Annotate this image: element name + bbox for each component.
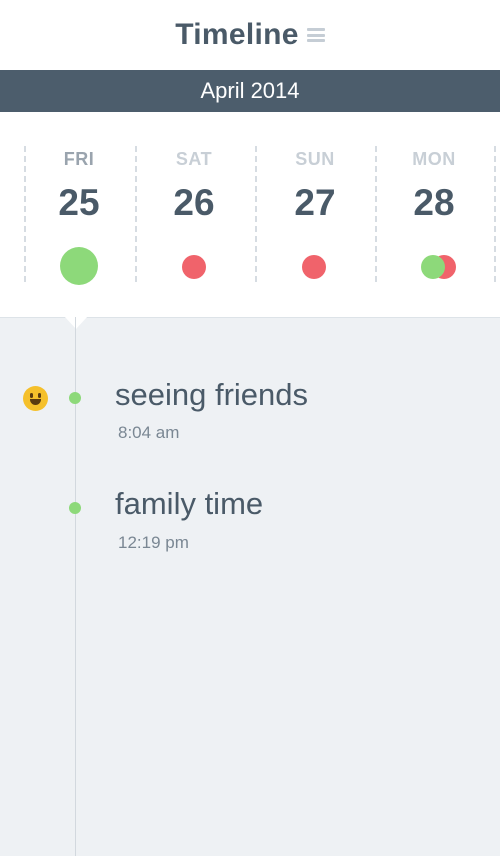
day-number: 26	[173, 182, 215, 223]
mood-dot-bad	[182, 255, 206, 279]
entry-bullet	[69, 502, 81, 514]
day-name: FRI	[63, 149, 95, 169]
day-name: SUN	[295, 149, 335, 169]
day-number: 27	[294, 182, 336, 223]
day-name: MON	[412, 149, 456, 169]
day-column-mon[interactable]: MON 28	[374, 112, 494, 317]
day-column-fri[interactable]: FRI 25	[19, 112, 139, 317]
day-number: 28	[413, 182, 455, 223]
day-column-sat[interactable]: SAT 26	[134, 112, 254, 317]
month-bar[interactable]: April 2014	[0, 70, 500, 112]
day-number: 25	[58, 182, 100, 223]
day-name: SAT	[175, 149, 213, 169]
app-title: Timeline	[175, 18, 299, 51]
entry-title[interactable]: seeing friends	[115, 377, 308, 413]
happy-emoji-icon	[23, 386, 48, 411]
day-strip: FRI 25 SAT 26 SUN 27 MON 28	[0, 112, 500, 318]
month-label: April 2014	[200, 78, 300, 103]
mood-dot-bad	[302, 255, 326, 279]
entry-title[interactable]: family time	[115, 486, 263, 522]
entry-time: 8:04 am	[118, 423, 180, 442]
day-divider	[494, 146, 496, 282]
hamburger-menu-icon[interactable]	[306, 28, 325, 42]
entry-bullet	[69, 392, 81, 404]
mood-dot-good	[421, 255, 445, 279]
mood-dot-good	[60, 247, 98, 285]
selected-day-pointer	[64, 316, 88, 329]
entry-time: 12:19 pm	[118, 533, 189, 552]
app-header: Timeline	[0, 0, 500, 70]
day-column-sun[interactable]: SUN 27	[255, 112, 375, 317]
